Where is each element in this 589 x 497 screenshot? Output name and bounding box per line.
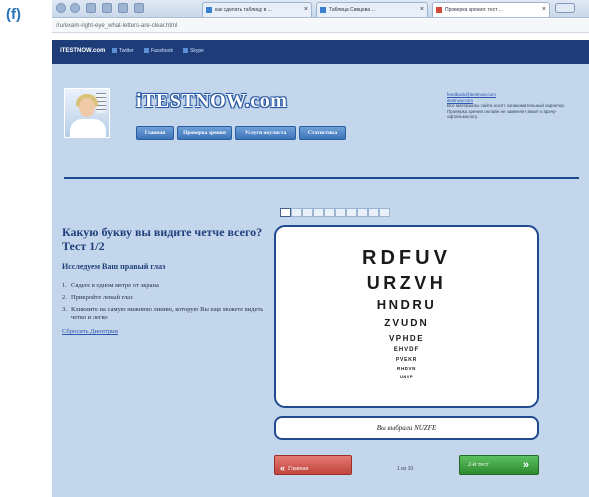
eye-chart-row[interactable]: HNDRU — [276, 297, 537, 312]
step-item: 2. Прикройте левый глаз — [62, 294, 267, 302]
web-page: iTESTNOW.com Twitter Facebook Skype iTES… — [52, 40, 589, 497]
progress-step — [368, 208, 379, 217]
site-header: iTESTNOW.com Главная Проверка зрения Усл… — [64, 88, 579, 166]
address-bar[interactable]: /ru/exam-right-eye_what-letters-are-clea… — [52, 19, 589, 33]
progress-step — [346, 208, 357, 217]
eye-chart-row[interactable]: ZVUDN — [276, 318, 537, 329]
bookmark-icon[interactable] — [118, 3, 128, 13]
header-info: feedback@itestnow.com itestnow.com Все м… — [447, 92, 577, 120]
question-title: Какую букву вы видите четче всего? Тест … — [62, 225, 263, 253]
browser-tab[interactable]: как сделать таблицу в ... × — [202, 2, 312, 17]
doctor-photo — [64, 88, 110, 138]
tab-label: Таблица Сивцева ... — [329, 7, 376, 13]
progress-step — [313, 208, 324, 217]
progress-step — [335, 208, 346, 217]
tab-close-icon[interactable]: × — [420, 6, 424, 13]
tab-close-icon[interactable]: × — [304, 6, 308, 13]
new-tab-button[interactable] — [555, 3, 575, 13]
eye-chart-row[interactable]: RHDVN — [276, 366, 537, 371]
tab-favicon-icon — [206, 7, 212, 13]
figure-label: (f) — [6, 6, 21, 23]
tab-label: Проверка зрения: тест ... — [445, 7, 504, 13]
menu-oculist-services[interactable]: Услуги окулиста — [235, 126, 296, 140]
eye-chart: RDFUV URZVH HNDRU ZVUDN VPHDE EHVDF PVEKR RHDVN… — [274, 225, 539, 408]
step-text: Прикройте левый глаз — [71, 294, 133, 301]
browser-tab-active[interactable]: Проверка зрения: тест ... × — [432, 2, 550, 17]
facebook-icon — [144, 48, 149, 54]
progress-step — [379, 208, 390, 217]
facebook-link[interactable]: Facebook — [144, 48, 173, 54]
site-name-small[interactable]: iTESTNOW.com — [60, 48, 105, 54]
top-strip: iTESTNOW.com Twitter Facebook Skype — [52, 40, 589, 64]
steps-list: 1. Сядьте в одном метре от экрана 2. Прикр… — [62, 282, 267, 322]
step-number: 2. — [62, 294, 67, 301]
eye-chart-row[interactable]: VPHDE — [276, 334, 537, 343]
twitter-link[interactable]: Twitter — [112, 48, 134, 54]
step-text: Сядьте в одном метре от экрана — [71, 282, 159, 289]
double-chevron-right-icon: » — [522, 459, 529, 471]
twitter-icon — [112, 48, 117, 54]
home-icon[interactable] — [102, 3, 112, 13]
home-button[interactable]: «Главная — [274, 455, 352, 475]
eye-note: Исследуем Ваш правый глаз — [62, 262, 166, 271]
tools-icon[interactable] — [134, 3, 144, 13]
eye-chart-row[interactable]: UNVP — [276, 374, 537, 379]
browser-tab-bar: как сделать таблицу в ... × Таблица Сивц… — [52, 0, 589, 18]
reload-icon[interactable] — [86, 3, 96, 13]
menu-home[interactable]: Главная — [136, 126, 174, 140]
eye-chart-row[interactable]: EHVDF — [276, 347, 537, 353]
step-text: Кликните на самую нижнюю линию, которую … — [71, 306, 264, 321]
answer-display: Вы выбрали NUZFE — [274, 416, 539, 440]
doctor-face — [79, 98, 95, 117]
progress-step — [280, 208, 291, 217]
progress-step — [324, 208, 335, 217]
tab-close-icon[interactable]: × — [542, 6, 546, 13]
doctor-coat — [70, 119, 106, 137]
eye-chart-row[interactable]: PVEKR — [276, 357, 537, 363]
eye-chart-row[interactable]: RDFUV — [276, 247, 537, 270]
menu-vision-test[interactable]: Проверка зрения — [177, 126, 232, 140]
progress-step — [357, 208, 368, 217]
next-button-label: 2-й тест — [468, 462, 489, 468]
info-text: Все материалы сайта носят ознакомительны… — [447, 103, 566, 119]
forward-icon[interactable] — [70, 3, 80, 13]
tab-favicon-icon — [320, 7, 326, 13]
reset-link[interactable]: Сбросить Диоптрии — [62, 328, 267, 335]
tab-label: как сделать таблицу в ... — [215, 7, 272, 13]
home-button-label: Главная — [288, 466, 309, 472]
page-indicator: 1 из 10 — [397, 466, 414, 472]
site-logo[interactable]: iTESTNOW.com — [136, 90, 287, 112]
menu-statistics[interactable]: Статистика — [299, 126, 346, 140]
header-divider — [64, 177, 579, 179]
test-progress — [280, 208, 395, 218]
step-number: 1. — [62, 282, 67, 289]
skype-link[interactable]: Skype — [183, 48, 204, 54]
screenshot: (f) как сделать таблицу в ... × Таблица … — [0, 0, 589, 497]
tab-favicon-icon — [436, 7, 442, 13]
instructions-panel: Какую букву вы видите четче всего? Тест … — [62, 225, 267, 335]
browser-tab[interactable]: Таблица Сивцева ... × — [316, 2, 428, 17]
step-item: 1. Сядьте в одном метре от экрана — [62, 282, 267, 290]
step-item: 3. Кликните на самую нижнюю линию, котору… — [62, 306, 267, 322]
back-icon[interactable] — [56, 3, 66, 13]
eye-chart-row[interactable]: URZVH — [276, 273, 537, 294]
next-test-button[interactable]: 2-й тест » — [459, 455, 539, 475]
progress-step — [302, 208, 313, 217]
step-number: 3. — [62, 306, 67, 313]
double-chevron-left-icon: « — [280, 463, 286, 473]
skype-icon — [183, 48, 188, 54]
progress-step — [291, 208, 302, 217]
